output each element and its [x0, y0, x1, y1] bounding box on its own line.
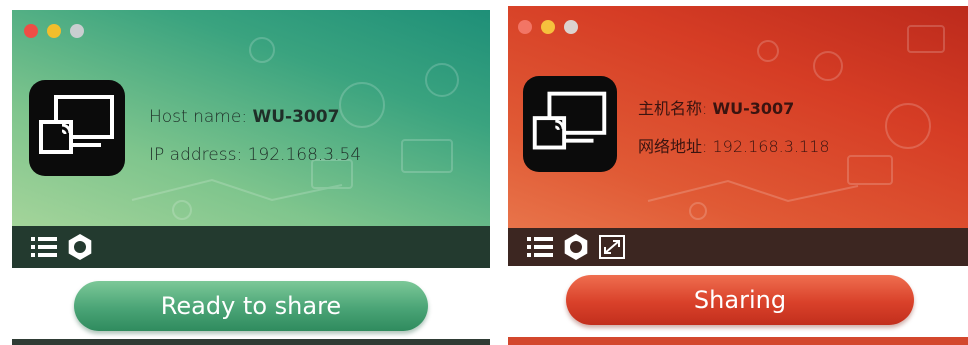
screen-cast-app-icon [29, 80, 125, 176]
host-name-label: 主机名称: [638, 99, 708, 118]
window-header: 主机名称: WU-3007 网络地址: 192.168.3.118 [508, 6, 968, 228]
window-header: Host name: WU-3007 IP address: 192.168.3… [12, 10, 490, 226]
sharing-button[interactable]: Sharing [566, 275, 914, 325]
host-name-row: Host name: WU-3007 [149, 98, 361, 136]
minimize-window-button[interactable] [541, 20, 555, 34]
ready-to-share-button[interactable]: Ready to share [74, 281, 428, 331]
fullscreen-icon[interactable] [598, 233, 626, 261]
ip-address-value: 192.168.3.118 [712, 137, 830, 156]
ip-address-row: IP address: 192.168.3.54 [149, 136, 361, 174]
gear-icon[interactable] [562, 233, 590, 261]
ip-address-label: 网络地址: [638, 137, 708, 156]
close-window-button[interactable] [518, 20, 532, 34]
connection-info: 主机名称: WU-3007 网络地址: 192.168.3.118 [638, 90, 830, 166]
bottom-toolbar [12, 226, 490, 268]
host-name-value: WU-3007 [252, 107, 340, 127]
close-window-button[interactable] [24, 24, 38, 38]
ip-address-value: 192.168.3.54 [247, 145, 362, 165]
bottom-border [508, 337, 968, 345]
ip-address-label: IP address: [149, 145, 243, 165]
screen-cast-app-icon [523, 76, 617, 172]
ip-address-row: 网络地址: 192.168.3.118 [638, 128, 830, 166]
window-controls [518, 20, 578, 34]
sharing-window: 主机名称: WU-3007 网络地址: 192.168.3.118 Sharin… [508, 6, 968, 345]
action-area: Sharing [508, 266, 968, 345]
bottom-border [12, 339, 490, 345]
minimize-window-button[interactable] [47, 24, 61, 38]
host-name-row: 主机名称: WU-3007 [638, 90, 830, 128]
host-name-label: Host name: [149, 107, 248, 127]
list-icon[interactable] [526, 233, 554, 261]
action-area: Ready to share [12, 268, 490, 345]
ready-window: Host name: WU-3007 IP address: 192.168.3… [12, 10, 490, 345]
gear-icon[interactable] [66, 233, 94, 261]
window-controls [24, 24, 84, 38]
list-icon[interactable] [30, 233, 58, 261]
host-name-value: WU-3007 [712, 99, 795, 118]
bottom-toolbar [508, 228, 968, 266]
zoom-window-button[interactable] [564, 20, 578, 34]
connection-info: Host name: WU-3007 IP address: 192.168.3… [149, 98, 361, 174]
zoom-window-button[interactable] [70, 24, 84, 38]
